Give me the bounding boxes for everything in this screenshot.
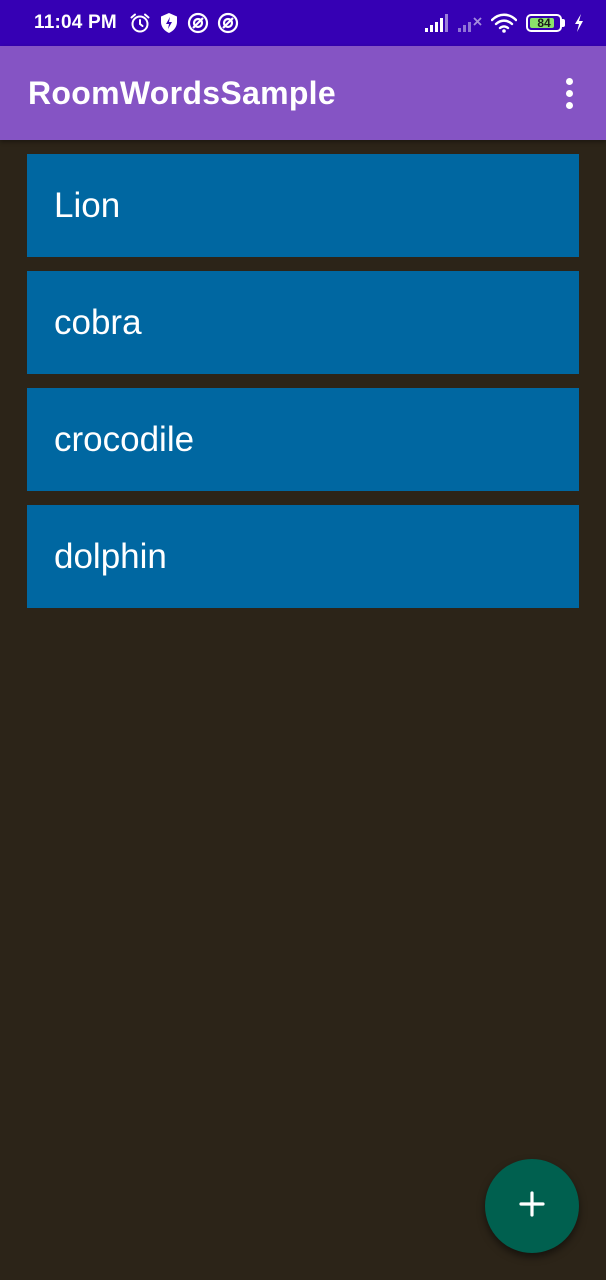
menu-dot [565,101,573,109]
menu-dot [565,89,573,97]
status-bar: 11:04 PM 84 [0,0,606,46]
charging-bolt-icon [574,14,584,32]
alarm-icon [129,12,151,34]
word-label: crocodile [54,419,195,459]
sync-circle-icon [217,12,239,34]
status-system-icons: 84 [425,13,584,33]
battery-indicator: 84 [526,14,565,32]
battery-tip [562,19,565,27]
app-bar: RoomWordsSample [0,46,606,140]
list-item[interactable]: dolphin [27,505,579,608]
vpn-shield-icon [159,12,179,34]
more-vertical-icon[interactable] [554,73,584,113]
status-time: 11:04 PM [34,12,117,33]
signal-weak-no-service-icon [458,14,482,32]
battery-icon: 84 [526,14,562,32]
sync-circle-icon [187,12,209,34]
status-notification-icons [129,12,239,34]
list-item[interactable]: crocodile [27,388,579,491]
signal-strong-icon [425,14,449,32]
list-item[interactable]: cobra [27,271,579,374]
wifi-icon [491,13,517,33]
add-word-button[interactable] [485,1159,579,1253]
battery-level: 84 [537,16,551,30]
menu-dot [565,77,573,85]
word-label: Lion [54,185,121,225]
word-label: cobra [54,302,142,342]
word-label: dolphin [54,536,167,576]
list-item[interactable]: Lion [27,154,579,257]
word-list: Lion cobra crocodile dolphin [27,154,579,608]
screen: 11:04 PM 84 RoomWordsSample Lion cobra c… [0,0,606,1280]
app-title: RoomWordsSample [28,74,336,111]
add-icon [518,1190,546,1223]
